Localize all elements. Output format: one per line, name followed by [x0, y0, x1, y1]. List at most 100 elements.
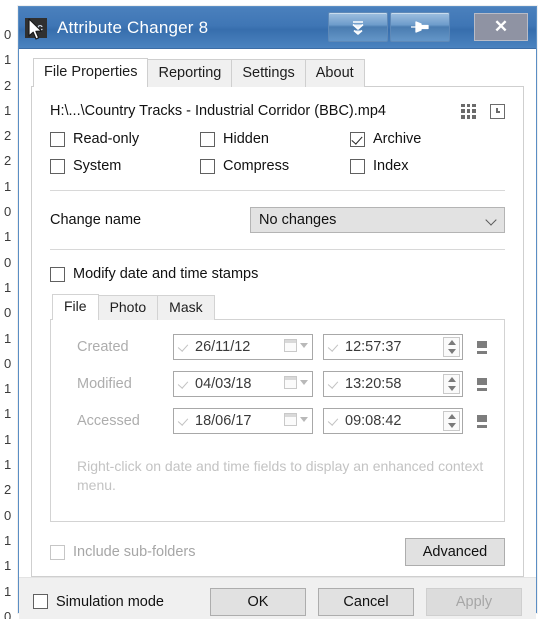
title-bar-spacer [450, 7, 474, 49]
inner-tab-photo[interactable]: Photo [97, 295, 159, 320]
window-title: Attribute Changer 8 [57, 17, 209, 37]
datetime-row-accessed: Accessed 18/06/17 09:08:42 [63, 408, 492, 434]
background-digit: 1 [4, 279, 12, 295]
calendar-icon [284, 339, 297, 352]
app-icon: Ac [25, 17, 47, 38]
calendar-dropdown-button[interactable] [284, 339, 308, 352]
datetime-rows: Created 26/11/12 12:57:37 Modified 04/03/18 1… [63, 334, 492, 434]
background-digit: 1 [4, 178, 12, 194]
datetime-row-created: Created 26/11/12 12:57:37 [63, 334, 492, 360]
include-subfolders-checkbox[interactable]: Include sub-folders [50, 544, 196, 560]
attribute-label: Compress [223, 158, 290, 174]
modify-stamps-row: Modify date and time stamps [50, 266, 505, 282]
tab-file-properties[interactable]: File Properties [33, 58, 149, 87]
date-field-modified[interactable]: 04/03/18 [173, 371, 313, 397]
spinner-down-icon [447, 423, 456, 428]
background-digit: 0 [4, 608, 12, 619]
history-icon[interactable] [490, 103, 505, 119]
spinner-up-icon [447, 340, 456, 345]
ok-button[interactable]: OK [210, 587, 306, 616]
spinner-down-icon [447, 349, 456, 354]
calendar-dropdown-button[interactable] [284, 413, 308, 426]
check-icon [178, 378, 191, 391]
attribute-checkbox-index[interactable]: Index [350, 158, 505, 174]
background-digit: 1 [4, 330, 12, 346]
simulation-mode-checkbox[interactable]: Simulation mode [33, 594, 164, 610]
check-icon [178, 415, 191, 428]
background-digit: 1 [4, 406, 12, 422]
stamp-button-accessed[interactable] [477, 414, 487, 428]
simulation-mode-label: Simulation mode [56, 593, 164, 610]
tab-settings[interactable]: Settings [231, 59, 306, 87]
stamp-button-created[interactable] [477, 340, 487, 354]
pin-button[interactable] [390, 12, 450, 42]
attributes-grid: Read-only Hidden Archive System Compress Inde… [50, 131, 505, 174]
checkbox-box [50, 158, 65, 174]
checkbox-box [50, 266, 65, 282]
check-icon [328, 378, 341, 391]
time-spinner[interactable] [443, 374, 460, 394]
advanced-button[interactable]: Advanced [405, 538, 505, 566]
tab-reporting[interactable]: Reporting [147, 59, 233, 87]
background-digit: 2 [4, 77, 12, 93]
modify-stamps-checkbox[interactable]: Modify date and time stamps [50, 266, 505, 282]
background-digit: 1 [4, 457, 12, 473]
background-digit: 1 [4, 583, 12, 599]
chevron-down-icon [300, 380, 308, 385]
time-field-accessed[interactable]: 09:08:42 [323, 408, 463, 434]
background-digit: 2 [4, 153, 12, 169]
attribute-checkbox-archive[interactable]: Archive [350, 131, 505, 147]
calendar-dropdown-button[interactable] [284, 376, 308, 389]
time-value: 09:08:42 [345, 413, 402, 429]
background-digit: 0 [4, 305, 12, 321]
date-value: 18/06/17 [195, 413, 252, 429]
footer-button-group: OK Cancel Apply [210, 587, 522, 616]
attribute-label: Read-only [73, 131, 140, 147]
chevron-down-icon [300, 343, 308, 348]
time-field-modified[interactable]: 13:20:58 [323, 371, 463, 397]
attribute-label: Index [373, 158, 409, 174]
subfolders-advanced-row: Include sub-folders Advanced [50, 538, 505, 566]
cancel-button[interactable]: Cancel [318, 587, 414, 616]
attribute-checkbox-compress[interactable]: Compress [200, 158, 350, 174]
date-field-created[interactable]: 26/11/12 [173, 334, 313, 360]
title-bar: Ac Attribute Changer 8 ✕ [19, 7, 536, 49]
background-digit: 2 [4, 482, 12, 498]
attribute-checkbox-read-only[interactable]: Read-only [50, 131, 200, 147]
checkbox-box [50, 544, 65, 560]
time-value: 13:20:58 [345, 376, 402, 392]
grid-icon[interactable] [461, 103, 476, 119]
collapse-icon [352, 21, 364, 35]
stamp-button-modified[interactable] [477, 377, 487, 391]
spinner-down-icon [447, 386, 456, 391]
inner-tab-file[interactable]: File [52, 294, 99, 320]
background-digit: 1 [4, 229, 12, 245]
time-spinner[interactable] [443, 337, 460, 357]
background-digit: 0 [4, 204, 12, 220]
collapse-button[interactable] [328, 12, 388, 42]
date-value: 26/11/12 [195, 339, 251, 355]
date-field-accessed[interactable]: 18/06/17 [173, 408, 313, 434]
time-spinner[interactable] [443, 411, 460, 431]
calendar-icon [284, 376, 297, 389]
modify-stamps-label: Modify date and time stamps [73, 266, 259, 282]
chevron-down-icon [300, 417, 308, 422]
change-name-label: Change name [50, 212, 142, 228]
datetime-row-label: Accessed [77, 413, 140, 429]
close-button[interactable]: ✕ [474, 13, 528, 41]
change-name-select[interactable]: No changes [250, 207, 505, 233]
change-name-row: Change name No changes [50, 207, 505, 233]
tab-strip: File Properties Reporting Settings About [33, 58, 524, 87]
datetime-row-label: Created [77, 339, 129, 355]
datetime-row-modified: Modified 04/03/18 13:20:58 [63, 371, 492, 397]
background-digit: 1 [4, 52, 12, 68]
time-field-created[interactable]: 12:57:37 [323, 334, 463, 360]
attribute-checkbox-system[interactable]: System [50, 158, 200, 174]
attribute-checkbox-hidden[interactable]: Hidden [200, 131, 350, 147]
datetime-row-label: Modified [77, 376, 132, 392]
date-value: 04/03/18 [195, 376, 252, 392]
context-menu-hint: Right-click on date and time fields to d… [77, 458, 484, 493]
tab-about[interactable]: About [304, 59, 365, 87]
file-path: H:\...\Country Tracks - Industrial Corri… [50, 103, 386, 119]
inner-tab-mask[interactable]: Mask [157, 295, 215, 320]
